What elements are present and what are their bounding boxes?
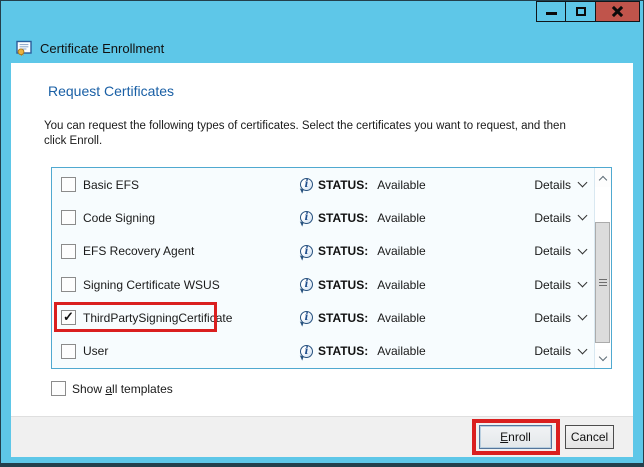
scroll-up-button[interactable] [595, 168, 611, 187]
status-label: STATUS: [318, 178, 368, 192]
description: You can request the following types of c… [44, 119, 566, 149]
enroll-button[interactable]: Enroll [479, 425, 552, 449]
status-label: STATUS: [318, 211, 368, 225]
certificate-icon [16, 40, 33, 57]
description-line-1: You can request the following types of c… [44, 119, 566, 134]
chevron-down-icon [578, 278, 588, 288]
status-label: STATUS: [318, 278, 368, 292]
status-group: STATUS: Available [300, 178, 426, 192]
certificate-name: Basic EFS [83, 178, 139, 192]
chevron-down-icon [578, 311, 588, 321]
details-label: Details [534, 278, 571, 292]
status-group: STATUS: Available [300, 344, 426, 358]
close-icon [611, 6, 624, 17]
info-icon [300, 245, 313, 258]
scrollbar-thumb[interactable] [595, 222, 610, 343]
window-controls [536, 1, 640, 22]
certificate-checkbox[interactable] [61, 210, 76, 225]
status-value: Available [377, 278, 425, 292]
status-value: Available [377, 178, 425, 192]
certificate-checkbox[interactable] [61, 244, 76, 259]
chevron-down-icon [578, 178, 588, 188]
status-value: Available [377, 344, 425, 358]
details-dropdown[interactable]: Details [534, 311, 586, 325]
status-value: Available [377, 244, 425, 258]
certificate-checkbox[interactable] [61, 310, 76, 325]
info-icon [300, 345, 313, 358]
certificate-name: ThirdPartySigningCertificate [83, 311, 232, 325]
status-label: STATUS: [318, 244, 368, 258]
chevron-down-icon [599, 352, 607, 360]
details-label: Details [534, 311, 571, 325]
certificate-row: Code Signing STATUS: Available Details [52, 201, 594, 234]
certificate-name: User [83, 344, 108, 358]
scroll-down-button[interactable] [595, 349, 611, 368]
chevron-down-icon [578, 344, 588, 354]
minimize-button[interactable] [537, 2, 566, 21]
certificate-row: User STATUS: Available Details [52, 335, 594, 368]
scrollbar-grip-icon [599, 279, 607, 287]
show-all-templates: Show all templates [51, 381, 173, 396]
details-label: Details [534, 178, 571, 192]
status-group: STATUS: Available [300, 278, 426, 292]
page-title: Request Certificates [48, 83, 174, 99]
close-button[interactable] [596, 2, 639, 21]
certificate-name: Signing Certificate WSUS [83, 278, 220, 292]
show-all-templates-checkbox[interactable] [51, 381, 66, 396]
details-dropdown[interactable]: Details [534, 211, 586, 225]
info-icon [300, 211, 313, 224]
maximize-icon [576, 7, 586, 16]
certificate-list: Basic EFS STATUS: Available Details Code… [51, 167, 612, 369]
window-title: Certificate Enrollment [40, 41, 164, 56]
status-value: Available [377, 211, 425, 225]
certificate-rows: Basic EFS STATUS: Available Details Code… [52, 168, 594, 368]
details-label: Details [534, 211, 571, 225]
certificate-row: Signing Certificate WSUS STATUS: Availab… [52, 268, 594, 301]
details-label: Details [534, 344, 571, 358]
certificate-name: EFS Recovery Agent [83, 244, 194, 258]
info-icon [300, 178, 313, 191]
details-dropdown[interactable]: Details [534, 244, 586, 258]
certificate-checkbox[interactable] [61, 344, 76, 359]
certificate-row: ThirdPartySigningCertificate STATUS: Ava… [52, 301, 594, 334]
certificate-checkbox[interactable] [61, 177, 76, 192]
chevron-down-icon [578, 244, 588, 254]
status-group: STATUS: Available [300, 311, 426, 325]
certificate-checkbox[interactable] [61, 277, 76, 292]
minimize-icon [546, 12, 557, 15]
status-label: STATUS: [318, 344, 368, 358]
scrollbar[interactable] [594, 168, 611, 368]
certificate-enrollment-window: Certificate Enrollment Request Certifica… [0, 0, 644, 467]
info-icon [300, 278, 313, 291]
chevron-down-icon [578, 211, 588, 221]
status-group: STATUS: Available [300, 211, 426, 225]
status-group: STATUS: Available [300, 244, 426, 258]
description-line-2: click Enroll. [44, 134, 566, 149]
details-label: Details [534, 244, 571, 258]
status-value: Available [377, 311, 425, 325]
status-label: STATUS: [318, 311, 368, 325]
chevron-up-icon [599, 175, 607, 183]
certificate-row: EFS Recovery Agent STATUS: Available Det… [52, 235, 594, 268]
info-icon [300, 311, 313, 324]
show-all-templates-label: Show all templates [72, 382, 173, 396]
details-dropdown[interactable]: Details [534, 178, 586, 192]
cancel-button[interactable]: Cancel [565, 425, 614, 449]
details-dropdown[interactable]: Details [534, 278, 586, 292]
details-dropdown[interactable]: Details [534, 344, 586, 358]
maximize-button[interactable] [566, 2, 596, 21]
certificate-name: Code Signing [83, 211, 155, 225]
certificate-row: Basic EFS STATUS: Available Details [52, 168, 594, 201]
